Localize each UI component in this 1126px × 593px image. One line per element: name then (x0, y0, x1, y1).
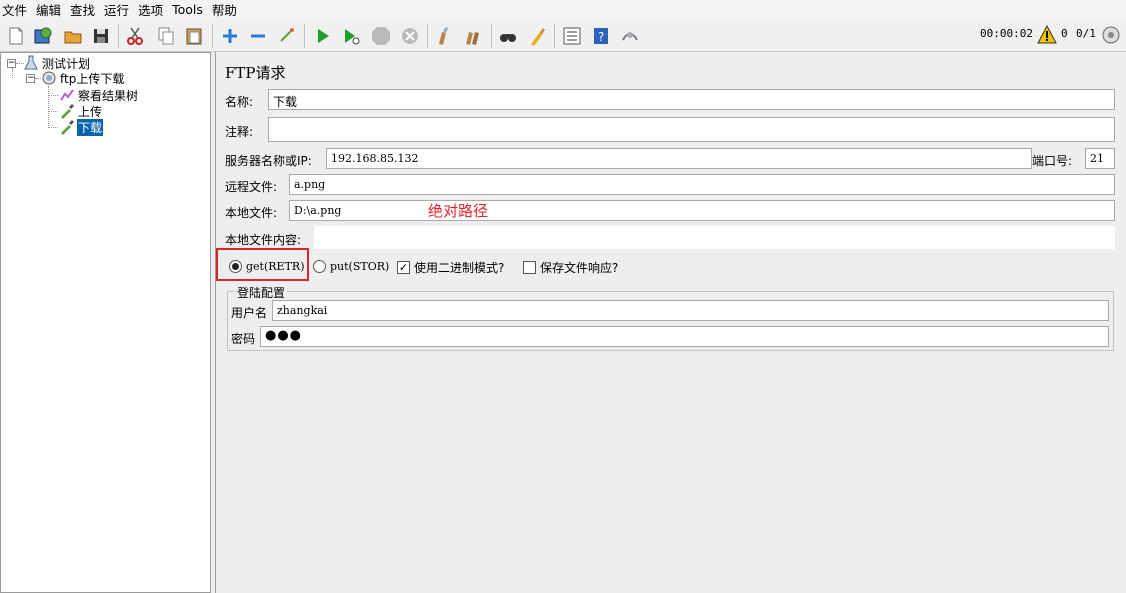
checkbox-checked-icon: ✓ (397, 261, 410, 274)
open-icon[interactable] (62, 25, 84, 47)
radio-selected-indicator (229, 260, 242, 273)
test-plan-icon (24, 55, 38, 70)
collapse-root-toggle[interactable]: − (7, 59, 16, 68)
menu-file[interactable]: 文件 (2, 0, 27, 19)
elapsed-timer: 00:00:02 (980, 27, 1033, 40)
put-radio[interactable]: put(STOR) (313, 260, 389, 273)
port-input[interactable]: 21 (1085, 148, 1115, 169)
ftp-request-panel: FTP请求 名称: 下载 注释: 服务器名称或IP: 192.168.85.13… (215, 52, 1126, 593)
annotation-absolute-path: 绝对路径 (428, 202, 489, 220)
warning-count: 0 (1061, 27, 1068, 40)
menu-run[interactable]: 运行 (104, 0, 129, 19)
start-icon[interactable] (312, 25, 334, 47)
menu-options[interactable]: 选项 (138, 0, 163, 19)
binary-mode-checkbox[interactable]: ✓ 使用二进制模式? (397, 259, 504, 276)
password-label: 密码 (231, 332, 256, 346)
local-file-input[interactable]: D:\a.png (289, 200, 1115, 221)
clear-all-icon[interactable] (462, 25, 484, 47)
username-input[interactable]: zhangkai (272, 300, 1109, 321)
server-input[interactable]: 192.168.85.132 (326, 148, 1032, 169)
start-no-pause-icon[interactable] (340, 25, 362, 47)
menu-help[interactable]: 帮助 (212, 0, 237, 19)
paste-icon[interactable] (183, 25, 205, 47)
cut-icon[interactable] (124, 25, 146, 47)
local-content-label: 本地文件内容: (225, 233, 302, 247)
password-input[interactable]: ●●● (260, 326, 1109, 347)
sampler-pipette-icon (61, 104, 74, 119)
menu-edit[interactable]: 编辑 (36, 0, 61, 19)
radio-unselected-indicator (313, 260, 326, 273)
clear-icon[interactable] (433, 25, 455, 47)
tree-node-view-results[interactable]: 察看结果树 (59, 87, 139, 103)
help-icon[interactable]: ? (590, 25, 612, 47)
function-helper-icon[interactable] (561, 25, 583, 47)
comment-input[interactable] (268, 117, 1115, 142)
sampler-pipette-icon (61, 120, 74, 135)
local-content-input[interactable] (314, 226, 1115, 249)
shutdown-icon[interactable] (399, 25, 421, 47)
login-config-title: 登陆配置 (235, 284, 288, 301)
expand-icon[interactable] (219, 25, 241, 47)
menu-bar: 文件 编辑 查找 运行 选项 Tools 帮助 (0, 0, 1126, 19)
menu-search[interactable]: 查找 (70, 0, 95, 19)
server-label: 服务器名称或IP: (225, 154, 312, 168)
results-tree-icon (60, 89, 74, 101)
local-file-label: 本地文件: (225, 206, 278, 220)
username-label: 用户名 (231, 306, 268, 320)
panel-title: FTP请求 (225, 64, 286, 82)
remote-icon[interactable] (619, 25, 641, 47)
warning-icon[interactable] (1036, 24, 1058, 46)
port-label: 端口号: (1032, 154, 1073, 168)
copy-icon[interactable] (155, 25, 177, 47)
thread-group-icon (42, 71, 56, 85)
menu-tools[interactable]: Tools (172, 2, 203, 17)
new-icon[interactable] (5, 25, 27, 47)
remote-file-input[interactable]: a.png (289, 174, 1115, 195)
remote-file-label: 远程文件: (225, 180, 278, 194)
running-indicator-icon (1100, 24, 1122, 46)
search-icon[interactable] (497, 25, 519, 47)
templates-icon[interactable] (32, 25, 54, 47)
stop-icon[interactable] (369, 25, 393, 47)
save-response-checkbox[interactable]: 保存文件响应? (523, 259, 618, 276)
collapse-icon[interactable] (247, 25, 269, 47)
tree-node-upload[interactable]: 上传 (59, 103, 103, 119)
get-radio[interactable]: get(RETR) (229, 260, 305, 273)
thread-count: 0/1 (1076, 27, 1096, 40)
comment-label: 注释: (225, 125, 254, 139)
collapse-thread-group-toggle[interactable]: − (26, 74, 35, 83)
tree-node-thread-group[interactable]: ftp上传下载 (41, 70, 125, 86)
tree-node-download[interactable]: 下载 (59, 118, 104, 136)
name-label: 名称: (225, 95, 254, 109)
test-plan-tree: − 测试计划 − ftp上传下载 察看结果树 上传 下载 (0, 52, 211, 593)
svg-text:?: ? (598, 30, 604, 44)
checkbox-unchecked-icon (523, 261, 536, 274)
reset-search-icon[interactable] (526, 25, 548, 47)
name-input[interactable]: 下载 (268, 89, 1115, 110)
save-icon[interactable] (90, 25, 112, 47)
toggle-icon[interactable] (276, 25, 298, 47)
toolbar: ? 00:00:02 0 0/1 (0, 19, 1126, 52)
